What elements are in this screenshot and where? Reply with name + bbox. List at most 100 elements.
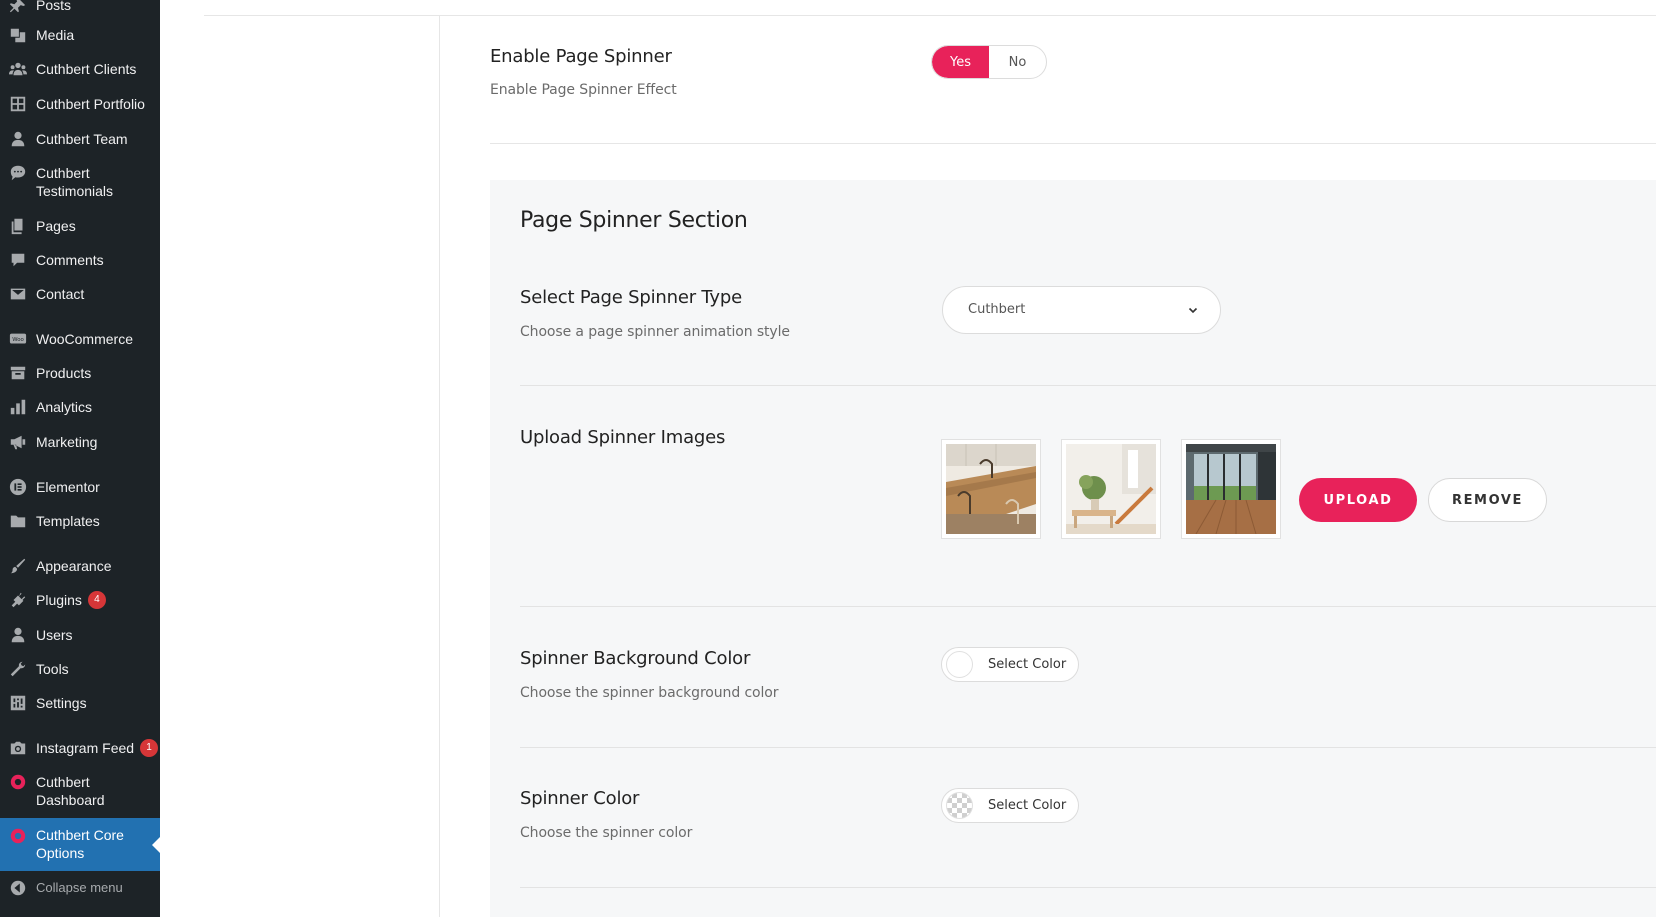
spinner-type-select[interactable]: Cuthbert [942,286,1221,334]
sidebar-item-label: Cuthbert Clients [36,61,137,77]
sliders-icon [8,693,28,713]
switch-yes-option[interactable]: Yes [932,46,989,78]
sidebar-item-label: Instagram Feed 1 [36,739,159,757]
remove-button[interactable]: REMOVE [1428,478,1547,522]
pin-icon [8,0,28,16]
section-divider [490,143,1656,144]
spinner-type-title: Select Page Spinner Type [520,287,742,308]
woo-icon: Woo [8,329,28,349]
sidebar-item-label: Tools [36,661,69,677]
collapse-menu-button[interactable]: Collapse menu [0,879,160,899]
sidebar-item-label: Cuthbert Core Options [36,827,124,861]
spinner-image-thumbnail[interactable] [1181,439,1281,539]
archive-icon [8,363,28,383]
sidebar-item-cuthbert-dashboard[interactable]: Cuthbert Dashboard [0,773,160,811]
sidebar-item-media[interactable]: Media [0,26,160,46]
sidebar-item-analytics[interactable]: Analytics [0,398,160,418]
sidebar-item-tools[interactable]: Tools [0,660,160,680]
camera-icon [8,738,28,758]
sidebar-item-label: Cuthbert Testimonials [36,165,114,199]
folder-icon [8,511,28,531]
plugins-update-badge: 4 [87,591,106,609]
row-divider [520,606,1656,607]
sidebar-item-label: Cuthbert Dashboard [36,774,105,808]
sidebar-item-label: Cuthbert Portfolio [36,96,145,112]
sidebar-item-templates[interactable]: Templates [0,512,160,532]
wrench-icon [8,659,28,679]
sidebar-item-label: Cuthbert Team [36,131,128,147]
spinner-image-thumbnail[interactable] [1061,439,1161,539]
top-divider [204,15,1656,16]
dining-room-image [946,444,1036,534]
sidebar-item-settings[interactable]: Settings [0,694,160,714]
sidebar-item-comments[interactable]: Comments [0,251,160,271]
upload-button[interactable]: UPLOAD [1299,478,1417,522]
transparent-color-swatch [946,792,973,819]
sidebar-item-label: Templates [36,513,100,529]
spinner-bg-color-title: Spinner Background Color [520,648,751,669]
sidebar-item-pages[interactable]: Pages [0,217,160,237]
spinner-type-selected-value: Cuthbert [968,302,1026,317]
instagram-feed-badge: 1 [140,739,159,757]
comment-icon [8,250,28,270]
select-color-label: Select Color [988,798,1067,813]
chevron-down-icon [1188,307,1198,314]
sidebar-item-label: Elementor [36,479,100,495]
row-divider [520,747,1656,748]
svg-text:Woo: Woo [12,337,24,343]
elementor-icon [8,477,28,497]
sidebar-item-instagram-feed[interactable]: Instagram Feed 1 [0,739,160,759]
cuthbert-logo-icon [8,772,28,792]
sidebar-item-users[interactable]: Users [0,626,160,646]
sidebar-item-posts[interactable]: Posts [0,0,160,16]
sidebar-item-products[interactable]: Products [0,364,160,384]
sidebar-item-label: WooCommerce [36,331,133,347]
sidebar-item-label: Plugins 4 [36,591,106,609]
plugin-icon [8,590,28,610]
glass-house-image [1186,444,1276,534]
sidebar-item-label: Marketing [36,434,98,450]
spinner-color-description: Choose the spinner color [520,825,693,841]
megaphone-icon [8,432,28,452]
sidebar-item-cuthbert-clients[interactable]: Cuthbert Clients [0,60,160,80]
sidebar-item-label: Users [36,627,73,643]
enable-spinner-description: Enable Page Spinner Effect [490,82,677,98]
sidebar-item-marketing[interactable]: Marketing [0,433,160,453]
spinner-color-picker[interactable]: Select Color [941,788,1079,823]
sidebar-item-plugins[interactable]: Plugins 4 [0,591,160,611]
user-icon [8,129,28,149]
sidebar-item-label: Analytics [36,399,93,415]
sidebar-item-label: Comments [36,252,104,268]
enable-spinner-title: Enable Page Spinner [490,46,672,67]
spinner-image-thumbnail[interactable] [941,439,1041,539]
row-divider [520,385,1656,386]
living-room-image [1066,444,1156,534]
sidebar-item-cuthbert-portfolio[interactable]: Cuthbert Portfolio [0,95,160,115]
color-swatch [946,651,973,678]
speech-bubble-icon [8,163,28,183]
sidebar-item-cuthbert-team[interactable]: Cuthbert Team [0,130,160,150]
sidebar-item-woocommerce[interactable]: Woo WooCommerce [0,330,160,350]
enable-spinner-switch[interactable]: Yes No [931,45,1047,79]
sidebar-item-elementor[interactable]: Elementor [0,478,160,498]
switch-no-option[interactable]: No [989,46,1046,78]
user-icon [8,625,28,645]
row-divider [520,887,1656,888]
section-title: Page Spinner Section [520,208,748,233]
sidebar-item-contact[interactable]: Contact [0,285,160,305]
collapse-arrow-icon [8,878,28,898]
groups-icon [8,59,28,79]
sidebar-item-label: Products [36,365,92,381]
media-icon [8,25,28,45]
sidebar-item-appearance[interactable]: Appearance [0,557,160,577]
sidebar-item-label: Settings [36,695,87,711]
sidebar-item-label: Collapse menu [36,880,123,895]
spinner-type-description: Choose a page spinner animation style [520,324,790,340]
spinner-bg-color-picker[interactable]: Select Color [941,647,1079,682]
grid-icon [8,94,28,114]
brush-icon [8,556,28,576]
sidebar-item-cuthbert-core-options[interactable]: Cuthbert Core Options [0,818,160,871]
sidebar-item-cuthbert-testimonials[interactable]: Cuthbert Testimonials [0,164,160,202]
admin-sidebar: Posts Media Cuthbert Clients Cuthbert Po… [0,0,160,917]
options-nav-divider [439,15,440,917]
